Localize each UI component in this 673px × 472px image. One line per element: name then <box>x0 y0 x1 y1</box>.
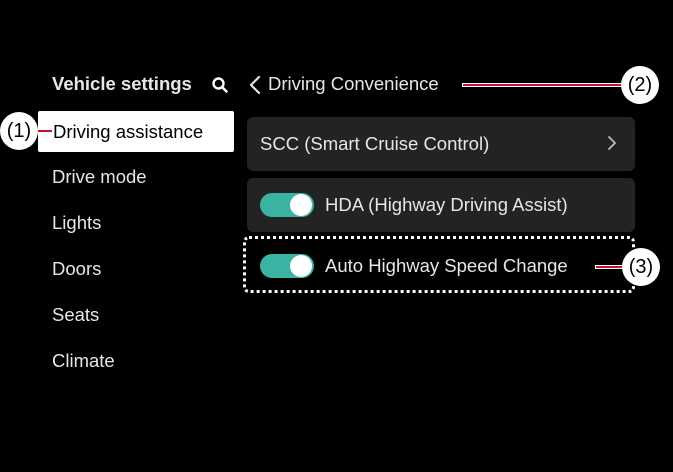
callout-3: (3) <box>622 248 660 286</box>
toggle-knob <box>290 194 312 216</box>
sidebar-item-climate[interactable]: Climate <box>52 350 115 372</box>
hda-toggle[interactable] <box>260 193 314 217</box>
sidebar-item-lights[interactable]: Lights <box>52 212 101 234</box>
sidebar-item-seats[interactable]: Seats <box>52 304 99 326</box>
page-title: Driving Convenience <box>268 73 439 94</box>
highlight-box <box>243 236 635 293</box>
hda-label: HDA (Highway Driving Assist) <box>325 194 568 215</box>
sidebar-item-drive-mode[interactable]: Drive mode <box>52 166 147 188</box>
chevron-right-icon <box>608 136 616 150</box>
callout-1: (1) <box>0 112 38 150</box>
callout-1-leader <box>38 130 52 132</box>
callout-3-leader <box>596 266 622 268</box>
callout-2-leader <box>463 84 621 86</box>
back-chevron-icon[interactable] <box>248 75 262 95</box>
sidebar-item-driving-assistance[interactable]: Driving assistance <box>38 111 234 152</box>
sidebar-item-doors[interactable]: Doors <box>52 258 101 280</box>
sidebar-title: Vehicle settings <box>52 73 192 94</box>
scc-setting-row[interactable]: SCC (Smart Cruise Control) <box>247 117 635 171</box>
callout-2: (2) <box>621 66 659 104</box>
search-icon[interactable] <box>211 76 229 94</box>
hda-setting-row[interactable]: HDA (Highway Driving Assist) <box>247 178 635 232</box>
scc-label: SCC (Smart Cruise Control) <box>260 133 490 154</box>
